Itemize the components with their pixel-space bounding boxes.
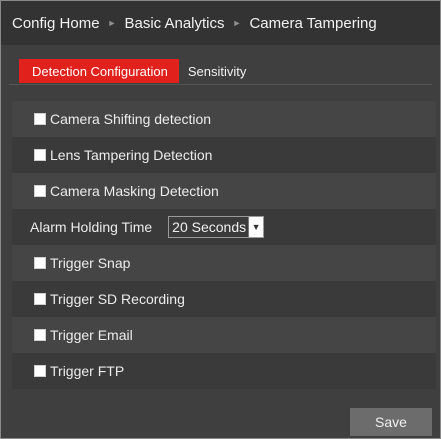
option-camera-shifting: Camera Shifting detection bbox=[12, 101, 436, 137]
alarm-holding-select[interactable]: 20 Seconds ▼ bbox=[168, 216, 265, 238]
trigger-ftp-label: Trigger FTP bbox=[50, 363, 125, 379]
save-button[interactable]: Save bbox=[350, 408, 432, 436]
trigger-snap-checkbox[interactable] bbox=[34, 257, 46, 269]
tab-divider bbox=[9, 84, 432, 85]
breadcrumb-config-home[interactable]: Config Home bbox=[12, 15, 100, 32]
option-lens-tampering: Lens Tampering Detection bbox=[12, 137, 436, 173]
trigger-sd-recording-checkbox[interactable] bbox=[34, 293, 46, 305]
tab-sensitivity[interactable]: Sensitivity bbox=[179, 59, 256, 83]
option-trigger-snap: Trigger Snap bbox=[12, 245, 436, 281]
camera-masking-checkbox[interactable] bbox=[34, 185, 46, 197]
trigger-snap-label: Trigger Snap bbox=[50, 255, 131, 271]
trigger-email-checkbox[interactable] bbox=[34, 329, 46, 341]
camera-shifting-label: Camera Shifting detection bbox=[50, 111, 212, 127]
camera-shifting-checkbox[interactable] bbox=[34, 113, 46, 125]
trigger-email-label: Trigger Email bbox=[50, 327, 133, 343]
option-trigger-ftp: Trigger FTP bbox=[12, 353, 436, 389]
settings-list: Camera Shifting detection Lens Tampering… bbox=[12, 101, 436, 389]
alarm-holding-label: Alarm Holding Time bbox=[30, 219, 153, 235]
option-trigger-email: Trigger Email bbox=[12, 317, 436, 353]
breadcrumb-separator-icon: ► bbox=[232, 18, 242, 28]
alarm-holding-row: Alarm Holding Time 20 Seconds ▼ bbox=[12, 209, 436, 245]
breadcrumb-separator-icon: ► bbox=[107, 18, 117, 28]
breadcrumb-basic-analytics[interactable]: Basic Analytics bbox=[124, 15, 224, 32]
tab-bar: Detection Configuration Sensitivity bbox=[19, 59, 255, 83]
trigger-sd-recording-label: Trigger SD Recording bbox=[50, 291, 185, 307]
chevron-down-icon[interactable]: ▼ bbox=[248, 217, 264, 237]
tab-detection-configuration[interactable]: Detection Configuration bbox=[19, 59, 179, 83]
alarm-holding-value: 20 Seconds bbox=[172, 219, 247, 235]
trigger-ftp-checkbox[interactable] bbox=[34, 365, 46, 377]
breadcrumb-camera-tampering: Camera Tampering bbox=[249, 14, 377, 32]
camera-tampering-panel: Config Home ► Basic Analytics ► Camera T… bbox=[0, 0, 441, 439]
option-camera-masking: Camera Masking Detection bbox=[12, 173, 436, 209]
option-trigger-sd-recording: Trigger SD Recording bbox=[12, 281, 436, 317]
lens-tampering-label: Lens Tampering Detection bbox=[50, 147, 213, 163]
camera-masking-label: Camera Masking Detection bbox=[50, 183, 219, 199]
lens-tampering-checkbox[interactable] bbox=[34, 149, 46, 161]
breadcrumb: Config Home ► Basic Analytics ► Camera T… bbox=[1, 1, 440, 45]
